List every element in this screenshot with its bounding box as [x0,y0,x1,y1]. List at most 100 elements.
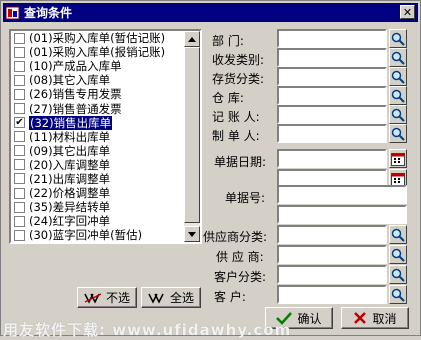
supplier-category-ref-button[interactable] [389,225,407,244]
doc-type-item[interactable]: (09)其它出库单 [11,144,185,158]
department-ref-button[interactable] [389,29,407,48]
warehouse-ref-button[interactable] [389,86,407,105]
magnifier-icon [391,70,405,84]
doc-type-item[interactable]: (08)其它入库单 [11,73,185,87]
checkbox[interactable] [14,173,25,185]
checkbox-checked[interactable]: ✔ [14,117,25,129]
magnifier-icon [391,248,405,262]
document-type-list[interactable]: (01)采购入库单(暂估记账) (01)采购入库单(报销记账) (10)产成品入库单… [9,29,202,244]
doc-type-item[interactable]: ✔ (32)销售出库单 [11,114,185,131]
doc-type-item[interactable]: (10)产成品入库单 [11,59,185,73]
scroll-up-button[interactable] [184,31,200,47]
doc-type-label: (22)价格调整单 [29,186,111,201]
checkbox[interactable] [14,32,25,44]
magnifier-icon [391,268,405,282]
checkbox[interactable] [14,88,25,100]
checkbox[interactable] [14,46,25,58]
checkbox[interactable] [14,74,25,86]
doc-type-item[interactable]: (01)采购入库单(暂估记账) [11,31,185,45]
preparer-ref-button[interactable] [389,124,407,143]
magnifier-icon [391,51,405,65]
doc-number-from-input[interactable] [277,185,407,204]
deselect-all-label: 不选 [105,291,130,305]
doc-date-label: 单据日期: [214,155,267,169]
doc-type-label: (01)采购入库单(报销记账) [29,45,166,60]
doc-type-label: (35)差异结转单 [29,200,111,215]
doc-number-to-input[interactable] [277,205,407,224]
checkbox[interactable] [14,131,25,143]
watermark: 用友软件下载: www.ufidawhy.com [3,321,292,339]
supplier-category-label: 供应商分类: [203,230,268,244]
app-icon [5,6,20,20]
customer-category-input[interactable] [277,265,387,284]
inventory-category-label: 存货分类: [212,72,265,86]
doc-type-item[interactable]: (22)价格调整单 [11,186,185,200]
doc-type-label: (24)红字回冲单 [29,214,111,229]
doc-type-item[interactable]: (11)材料出库单 [11,130,185,144]
checkbox[interactable] [14,187,25,199]
checkbox[interactable] [14,229,25,241]
confirm-label: 确认 [297,311,322,326]
doc-type-label: (32)销售出库单 [27,114,114,131]
doc-type-label: (30)蓝字回冲单(暂估) [29,228,143,243]
doc-type-label: (09)其它出库单 [29,143,111,158]
select-all-button[interactable]: 全选 [141,287,201,308]
doc-type-item[interactable]: (27)销售普通发票 [11,101,185,116]
window-title: 查询条件 [24,6,73,20]
bookkeeper-label: 记 账 人: [212,110,260,124]
doc-type-label: (01)采购入库单(暂估记账) [29,31,166,46]
customer-category-ref-button[interactable] [389,265,407,284]
doc-type-label: (11)材料出库单 [29,129,111,144]
magnifier-icon [391,89,405,103]
doc-type-label: (26)销售专用发票 [29,87,122,102]
cancel-button[interactable]: 取消 [341,307,409,329]
arrow-up-icon [188,36,196,42]
doc-type-label: (27)销售普通发票 [29,101,122,116]
doc-type-item[interactable]: (01)采购入库单(报销记账) [11,45,185,59]
cancel-label: 取消 [372,311,397,326]
deselect-all-button[interactable]: 不选 [77,287,137,308]
supplier-label: 供 应 商: [216,250,264,264]
checkbox[interactable] [14,145,25,157]
warehouse-input[interactable] [277,86,387,105]
customer-input[interactable] [277,285,387,304]
supplier-ref-button[interactable] [389,245,407,264]
send-receive-category-input[interactable] [277,48,387,67]
magnifier-icon [391,228,405,242]
checkbox[interactable] [14,159,25,171]
inventory-category-input[interactable] [277,67,387,86]
calendar-icon [391,172,405,186]
list-scrollbar[interactable] [184,31,200,242]
preparer-input[interactable] [277,124,387,143]
department-input[interactable] [277,29,387,48]
checkbox[interactable] [14,215,25,227]
doc-date-from-input[interactable] [277,149,387,168]
checkbox[interactable] [14,201,25,213]
close-button[interactable]: ✕ [400,5,415,19]
title-bar: 查询条件 ✕ [3,3,418,22]
warehouse-label: 仓 库: [212,91,244,105]
doc-type-item[interactable]: (20)入库调整单 [11,158,185,172]
bookkeeper-ref-button[interactable] [389,105,407,124]
doc-type-item[interactable]: (21)出库调整单 [11,172,185,186]
send-receive-category-label: 收发类别: [212,53,265,67]
checkbox[interactable] [14,60,25,72]
doc-type-item[interactable]: (35)差异结转单 [11,200,185,214]
send-receive-category-ref-button[interactable] [389,48,407,67]
scroll-thumb[interactable] [184,47,200,223]
doc-type-item[interactable]: (24)红字回冲单 [11,214,185,228]
doc-type-item[interactable]: (30)蓝字回冲单(暂估) [11,228,185,242]
scroll-down-button[interactable] [184,226,200,242]
select-all-icon [148,293,164,304]
supplier-input[interactable] [277,245,387,264]
date-from-calendar-button[interactable] [389,149,407,168]
inventory-category-ref-button[interactable] [389,67,407,86]
supplier-category-input[interactable] [277,225,387,244]
department-label: 部 门: [212,34,244,48]
checkbox[interactable] [14,103,25,115]
bookkeeper-input[interactable] [277,105,387,124]
magnifier-icon [391,288,405,302]
customer-ref-button[interactable] [389,285,407,304]
doc-type-label: (10)产成品入库单 [29,59,122,74]
doc-type-item[interactable]: (26)销售专用发票 [11,87,185,101]
